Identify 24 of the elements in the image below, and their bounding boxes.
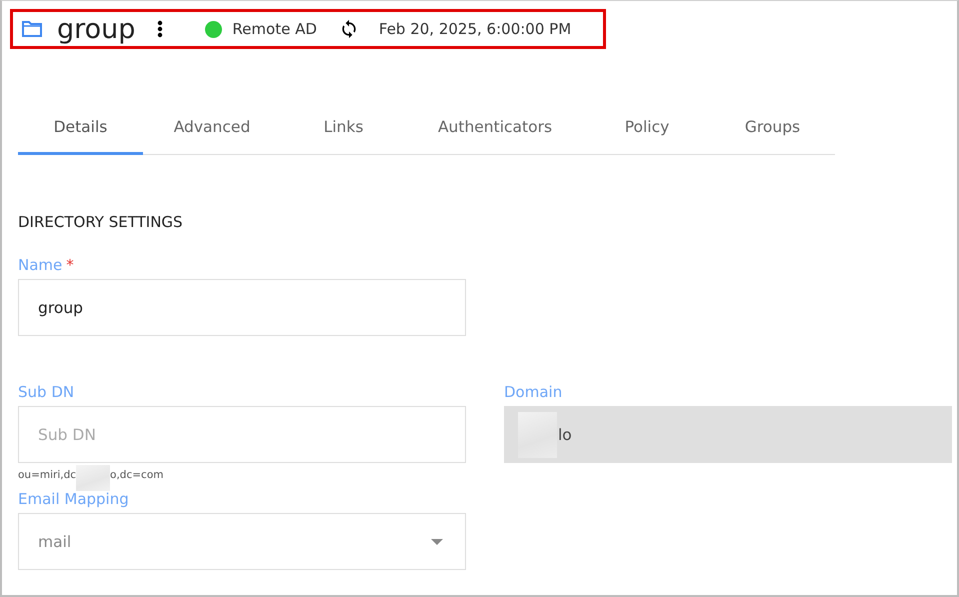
required-asterisk: * (66, 256, 74, 274)
redaction-patch (76, 465, 110, 491)
dropdown-arrow-icon (431, 538, 443, 544)
tab[interactable]: Details (18, 101, 143, 155)
input-field: lo (504, 406, 952, 463)
tab[interactable]: Authenticators (406, 101, 584, 155)
hint-text: ou=miri,dc (18, 469, 76, 483)
tab[interactable]: Advanced (143, 101, 281, 155)
more-icon[interactable] (157, 20, 164, 38)
tab[interactable]: Groups (710, 101, 835, 155)
folder-icon (21, 20, 43, 38)
tab[interactable]: Links (281, 101, 406, 155)
tab[interactable]: Policy (584, 101, 710, 155)
field-label: Sub DN (18, 383, 74, 401)
page-title: group (57, 16, 136, 42)
input-field[interactable]: group (18, 279, 466, 336)
status-label: Remote AD (232, 20, 317, 38)
field-label: Domain (504, 383, 562, 401)
dropdown[interactable]: mail (18, 513, 466, 570)
section-title: DIRECTORY SETTINGS (18, 213, 184, 233)
field-label: Name (18, 256, 62, 274)
timestamp: Feb 20, 2025, 6:00:00 PM (378, 20, 572, 38)
hint-text: o,dc=com (110, 469, 164, 483)
field-label: Email Mapping (18, 490, 129, 508)
